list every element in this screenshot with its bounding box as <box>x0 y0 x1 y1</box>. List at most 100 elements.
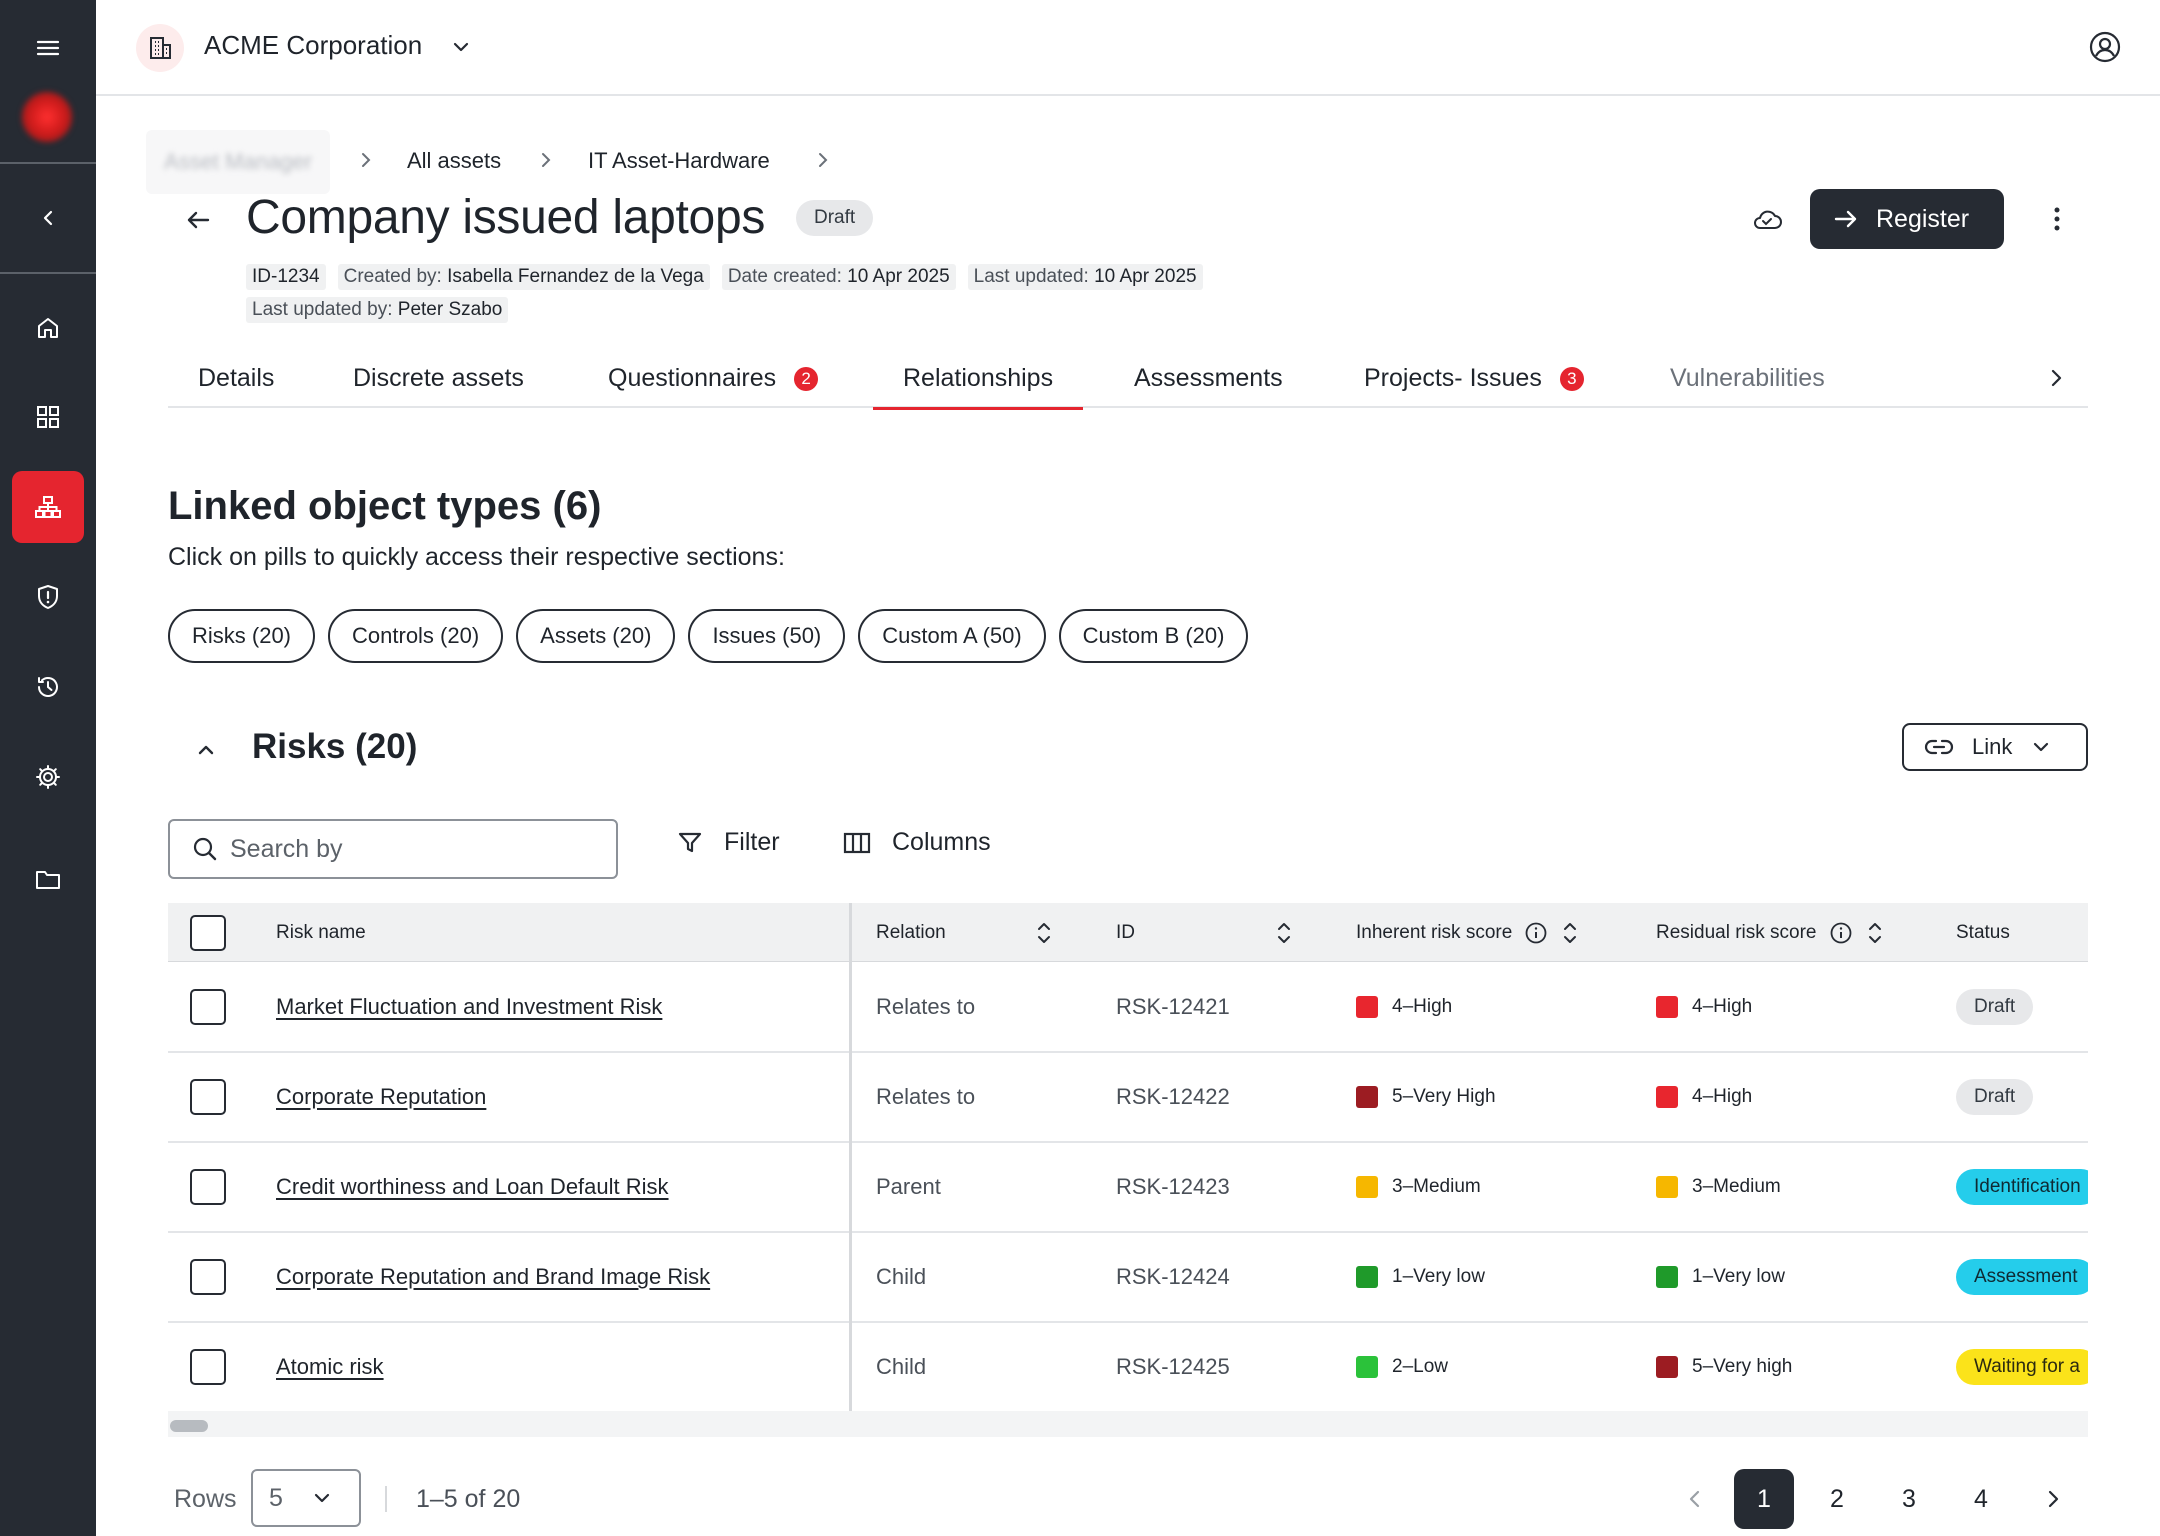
pill-risks[interactable]: Risks (20) <box>168 609 316 663</box>
tab-count-badge: 2 <box>794 367 819 391</box>
pill-issues[interactable]: Issues (50) <box>688 609 846 663</box>
table-row[interactable]: Corporate Reputation Relates to RSK-1242… <box>168 1053 2088 1143</box>
register-label: Register <box>1876 204 1970 233</box>
columns-button[interactable]: Columns <box>842 828 991 857</box>
select-all-checkbox[interactable] <box>190 903 226 962</box>
page-button-2[interactable]: 2 <box>1822 1469 1852 1529</box>
sort-icon[interactable] <box>1034 903 1054 962</box>
tab-details[interactable]: Details <box>198 362 274 408</box>
table-row[interactable]: Atomic risk Child RSK-12425 2–Low 5–Very… <box>168 1323 2088 1413</box>
chevron-up-icon[interactable] <box>192 736 220 769</box>
avatar[interactable] <box>22 92 72 142</box>
page-title: Company issued laptops <box>246 191 766 244</box>
pill-custom-a[interactable]: Custom A (50) <box>858 609 1046 663</box>
breadcrumb-all-assets[interactable]: All assets <box>407 148 501 174</box>
residual-score-cell: 3–Medium <box>1656 1143 1781 1231</box>
collapse-sidebar-icon[interactable] <box>0 182 96 254</box>
table-row[interactable]: Corporate Reputation and Brand Image Ris… <box>168 1233 2088 1323</box>
header-status[interactable]: Status <box>1956 903 2010 962</box>
row-checkbox[interactable] <box>190 1143 226 1231</box>
tab-projects-issues[interactable]: Projects- Issues 3 <box>1364 362 1584 408</box>
folder-icon[interactable] <box>0 843 96 915</box>
org-name[interactable]: ACME Corporation <box>204 30 422 61</box>
gear-icon[interactable] <box>0 741 96 813</box>
filter-button[interactable]: Filter <box>676 828 780 857</box>
info-icon[interactable] <box>1524 921 1548 945</box>
risk-name-link[interactable]: Corporate Reputation and Brand Image Ris… <box>276 1233 710 1321</box>
risk-name-link[interactable]: Atomic risk <box>276 1323 384 1411</box>
risk-id-cell: RSK-12422 <box>1116 1084 1230 1109</box>
sort-icon[interactable] <box>1560 918 1580 948</box>
shield-icon[interactable] <box>0 561 96 633</box>
relation-cell: Child <box>876 1354 927 1379</box>
tab-vulnerabilities[interactable]: Vulnerabilities <box>1670 362 1825 408</box>
chevron-right-icon[interactable] <box>2046 362 2068 399</box>
risk-id-cell: RSK-12425 <box>1116 1354 1230 1379</box>
cloud-sync-icon[interactable] <box>1750 204 1784 239</box>
header-risk-name[interactable]: Risk name <box>276 903 366 962</box>
risk-name-link[interactable]: Market Fluctuation and Investment Risk <box>276 963 662 1051</box>
scrollbar-thumb[interactable] <box>170 1420 208 1432</box>
horizontal-scrollbar[interactable] <box>168 1411 2088 1437</box>
tab-assessments[interactable]: Assessments <box>1134 362 1283 408</box>
tab-discrete-assets[interactable]: Discrete assets <box>353 362 524 408</box>
row-checkbox[interactable] <box>190 1233 226 1321</box>
dashboard-grid-icon[interactable] <box>0 381 96 453</box>
search-field[interactable] <box>168 819 618 879</box>
status-cell: Identification <box>1956 1143 2088 1231</box>
tab-questionnaires[interactable]: Questionnaires 2 <box>608 362 819 408</box>
building-icon <box>136 24 184 72</box>
sort-icon[interactable] <box>1865 918 1885 948</box>
search-input[interactable] <box>230 834 590 864</box>
header-inherent-risk-score[interactable]: Inherent risk score <box>1356 903 1580 962</box>
more-options-icon[interactable] <box>2042 204 2072 239</box>
row-checkbox[interactable] <box>190 1053 226 1141</box>
search-icon <box>193 837 217 861</box>
link-label: Link <box>1972 734 2013 759</box>
link-dropdown-button[interactable]: Link <box>1902 723 2088 771</box>
next-page-icon[interactable] <box>2038 1469 2068 1529</box>
history-icon[interactable] <box>0 651 96 723</box>
meta-row: ID-1234 Created by: Isabella Fernandez d… <box>246 264 1203 290</box>
breadcrumb-it-asset-hardware[interactable]: IT Asset-Hardware <box>588 148 770 174</box>
relation-cell: Parent <box>876 1174 941 1199</box>
user-account-icon[interactable] <box>2088 30 2122 69</box>
table-row[interactable]: Market Fluctuation and Investment Risk R… <box>168 963 2088 1053</box>
meta-date-created: Date created: 10 Apr 2025 <box>721 264 956 290</box>
header-relation[interactable]: Relation <box>876 903 946 962</box>
pill-assets[interactable]: Assets (20) <box>516 609 676 663</box>
tab-relationships[interactable]: Relationships <box>872 362 1084 410</box>
home-icon[interactable] <box>0 292 96 364</box>
page-button-3[interactable]: 3 <box>1894 1469 1924 1529</box>
row-checkbox[interactable] <box>190 1323 226 1411</box>
sort-icon[interactable] <box>1274 903 1294 962</box>
hamburger-menu-icon[interactable] <box>0 12 96 84</box>
assets-hierarchy-icon[interactable] <box>0 471 96 543</box>
relation-cell: Relates to <box>876 1084 976 1109</box>
object-type-pills: Risks (20) Controls (20) Assets (20) Iss… <box>168 609 1249 663</box>
arrow-right-icon <box>1834 210 1857 228</box>
inherent-score-cell: 1–Very low <box>1356 1233 1485 1321</box>
header-id[interactable]: ID <box>1116 903 1135 962</box>
pill-custom-b[interactable]: Custom B (20) <box>1058 609 1249 663</box>
back-arrow-icon[interactable] <box>182 204 214 241</box>
page-button-1[interactable]: 1 <box>1734 1469 1794 1529</box>
columns-icon <box>843 832 871 853</box>
risk-name-link[interactable]: Credit worthiness and Loan Default Risk <box>276 1143 669 1231</box>
table-row[interactable]: Credit worthiness and Loan Default Risk … <box>168 1143 2088 1233</box>
prev-page-icon[interactable] <box>1680 1469 1710 1529</box>
risk-id-cell: RSK-12421 <box>1116 994 1230 1019</box>
chevron-down-icon <box>2034 742 2049 752</box>
breadcrumb-root[interactable]: Asset Manager <box>146 130 330 194</box>
register-button[interactable]: Register <box>1810 189 2004 249</box>
header-residual-risk-score[interactable]: Residual risk score <box>1656 903 1885 962</box>
row-checkbox[interactable] <box>190 963 226 1051</box>
meta-row: Last updated by: Peter Szabo <box>246 297 509 323</box>
info-icon[interactable] <box>1829 921 1853 945</box>
status-badge: Draft <box>796 200 874 236</box>
page-button-4[interactable]: 4 <box>1966 1469 1996 1529</box>
risk-name-link[interactable]: Corporate Reputation <box>276 1053 486 1141</box>
pill-controls[interactable]: Controls (20) <box>328 609 504 663</box>
chevron-down-icon[interactable] <box>448 34 474 65</box>
rows-per-page-select[interactable]: 5 <box>251 1469 361 1527</box>
